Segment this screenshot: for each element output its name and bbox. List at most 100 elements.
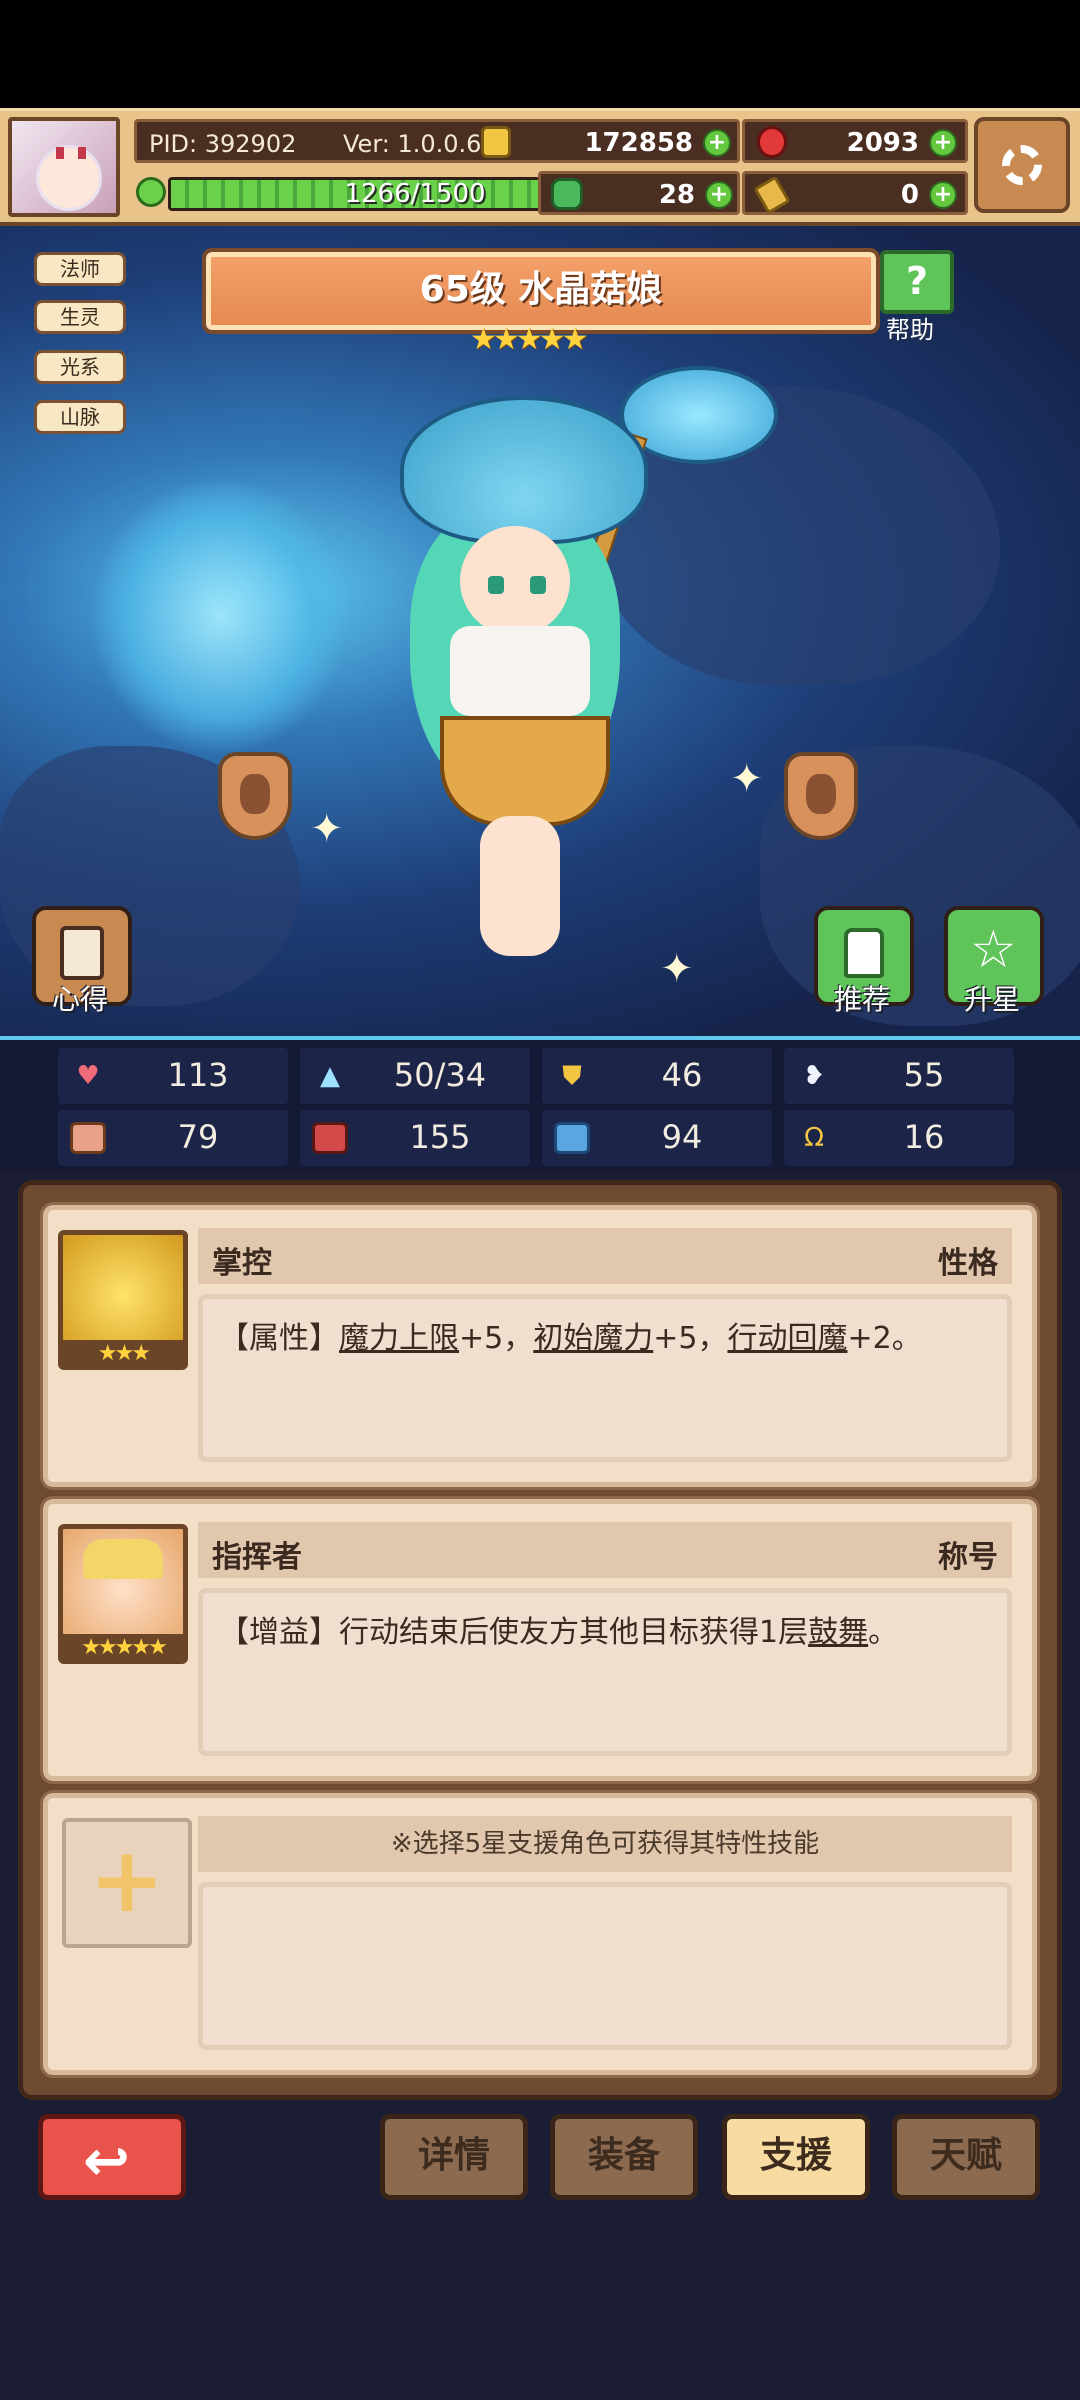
card-type: 称号 [938, 1540, 998, 1575]
keyword-link[interactable]: 初始魔力 [533, 1321, 653, 1356]
version-label: Ver: 1.0.0.6 [343, 130, 482, 158]
stat-speed: ❥ 55 [784, 1048, 1014, 1104]
gem-amount: 2093 [846, 128, 919, 158]
book-icon [312, 1122, 348, 1154]
return-arrow-icon: ↩ [83, 2129, 130, 2194]
question-icon: ? [905, 259, 929, 303]
horseshoe-icon: Ω [804, 1123, 824, 1153]
add-key-button[interactable]: + [929, 181, 957, 209]
help-label: 帮助 [886, 316, 934, 344]
star-up-label: 升星 [964, 983, 1021, 1016]
gold-coin-icon [481, 126, 511, 158]
key-icon [753, 175, 791, 215]
sparkle-icon: ✦ [310, 806, 344, 852]
exp-row: 1266/1500 [134, 171, 662, 215]
stat-mana: ▲ 50/34 [300, 1048, 530, 1104]
back-button[interactable]: ↩ [38, 2114, 186, 2200]
info-row-top: PID: 392902 Ver: 1.0.0.6 172858 + [134, 119, 740, 163]
support-panel: ★★★ 掌控 性格 【属性】魔力上限+5，初始魔力+5，行动回魔+2。 ★★★★… [18, 1180, 1062, 2100]
heart-icon: ♥ [76, 1061, 100, 1091]
tag-element: 光系 [34, 350, 126, 384]
recommend-label: 推荐 [834, 983, 891, 1016]
tab-details[interactable]: 详情 [380, 2114, 528, 2200]
gem-panel: 2093 + [742, 119, 968, 163]
stats-panel: ♥ 113 ▲ 50/34 ⛊ 46 ❥ 55 79 155 94 Ω 16 [0, 1036, 1080, 1170]
player-avatar[interactable] [8, 117, 120, 217]
help-button[interactable]: ? [880, 250, 954, 314]
tag-terrain: 山脉 [34, 400, 126, 434]
stat-luck: Ω 16 [784, 1110, 1014, 1166]
portrait-stars: ★★★★★ [58, 1634, 188, 1664]
stat-defense: ⛊ 46 [542, 1048, 772, 1104]
stat-value: 155 [409, 1118, 471, 1156]
card-type: 性格 [938, 1246, 998, 1281]
add-gem-button[interactable]: + [929, 129, 957, 157]
mana-drop-icon: ▲ [320, 1061, 340, 1091]
sparkle-icon: ✦ [660, 946, 694, 992]
stat-value: 46 [661, 1056, 703, 1094]
tab-support[interactable]: 支援 [722, 2114, 870, 2200]
support-card-title[interactable]: ★★★★★ 指挥者 称号 【增益】行动结束后使友方其他目标获得1层鼓舞。 [40, 1496, 1040, 1784]
key-panel: 0 + [742, 171, 968, 215]
gold-amount: 172858 [584, 128, 693, 158]
tag-class: 法师 [34, 252, 126, 286]
plus-icon: + [89, 1828, 165, 1933]
clover-panel: 28 + [538, 171, 740, 215]
keyword-link[interactable]: 鼓舞 [808, 1615, 868, 1650]
support-card-personality[interactable]: ★★★ 掌控 性格 【属性】魔力上限+5，初始魔力+5，行动回魔+2。 [40, 1202, 1040, 1490]
stat-value: 50/34 [393, 1056, 487, 1094]
header-bar: PID: 392902 Ver: 1.0.0.6 172858 + 2093 +… [0, 108, 1080, 226]
exp-leaf-icon [136, 177, 166, 207]
stat-value: 79 [177, 1118, 219, 1156]
character-title: 65级 水晶菇娘 [202, 248, 880, 334]
card-header: 指挥者 称号 [198, 1522, 1012, 1578]
card-description: 【增益】行动结束后使友方其他目标获得1层鼓舞。 [198, 1588, 1012, 1756]
card-text: 【属性】魔力上限+5，初始魔力+5，行动回魔+2。 [219, 1321, 922, 1356]
character-scene: 法师 生灵 光系 山脉 65级 水晶菇娘 ★★★★★ ? 帮助 ✦ ✦ ✦ 心得… [0, 226, 1080, 1036]
card-description: 【属性】魔力上限+5，初始魔力+5，行动回魔+2。 [198, 1294, 1012, 1462]
keyword-link[interactable]: 魔力上限 [339, 1321, 459, 1356]
clover-amount: 28 [658, 180, 695, 210]
add-gold-button[interactable]: + [703, 129, 731, 157]
clover-icon [551, 178, 583, 210]
status-bar [0, 0, 1080, 108]
stat-attack: 79 [58, 1110, 288, 1166]
card-title: 掌控 [212, 1246, 272, 1281]
stat-value: 16 [903, 1118, 945, 1156]
stat-magic: 155 [300, 1110, 530, 1166]
insight-label: 心得 [52, 983, 109, 1016]
star-icon: ☆ [970, 920, 1017, 980]
stat-hp: ♥ 113 [58, 1048, 288, 1104]
shield-icon: ⛊ [562, 1061, 582, 1091]
settings-button[interactable] [974, 117, 1070, 213]
sparkle-icon: ✦ [730, 756, 764, 802]
stat-value: 113 [167, 1056, 229, 1094]
card-description [198, 1882, 1012, 2050]
thumbs-up-icon [844, 928, 884, 978]
red-gem-icon [757, 126, 787, 158]
stat-value: 94 [661, 1118, 703, 1156]
gear-icon [1002, 145, 1042, 185]
tag-race: 生灵 [34, 300, 126, 334]
notebook-icon [60, 926, 104, 980]
character-sprite [380, 336, 778, 986]
stat-value: 55 [903, 1056, 945, 1094]
portrait-stars: ★★★ [58, 1340, 188, 1370]
pid-label: PID: 392902 [149, 130, 297, 158]
card-text: 【增益】行动结束后使友方其他目标获得1层鼓舞。 [219, 1615, 899, 1650]
add-support-slot[interactable]: + [62, 1818, 192, 1948]
add-clover-button[interactable]: + [705, 181, 733, 209]
crystal-glow [90, 476, 350, 756]
boot-icon [554, 1122, 590, 1154]
tab-talent[interactable]: 天赋 [892, 2114, 1040, 2200]
card-header: 掌控 性格 [198, 1228, 1012, 1284]
stat-move: 94 [542, 1110, 772, 1166]
support-hint: ※选择5星支援角色可获得其特性技能 [198, 1816, 1012, 1872]
fist-icon [70, 1122, 106, 1154]
keyword-link[interactable]: 行动回魔 [727, 1321, 847, 1356]
key-amount: 0 [900, 180, 919, 210]
support-card-empty[interactable]: + ※选择5星支援角色可获得其特性技能 [40, 1790, 1040, 2078]
wing-icon: ❥ [803, 1061, 825, 1091]
left-shield-icon [218, 752, 292, 840]
tab-equipment[interactable]: 装备 [550, 2114, 698, 2200]
